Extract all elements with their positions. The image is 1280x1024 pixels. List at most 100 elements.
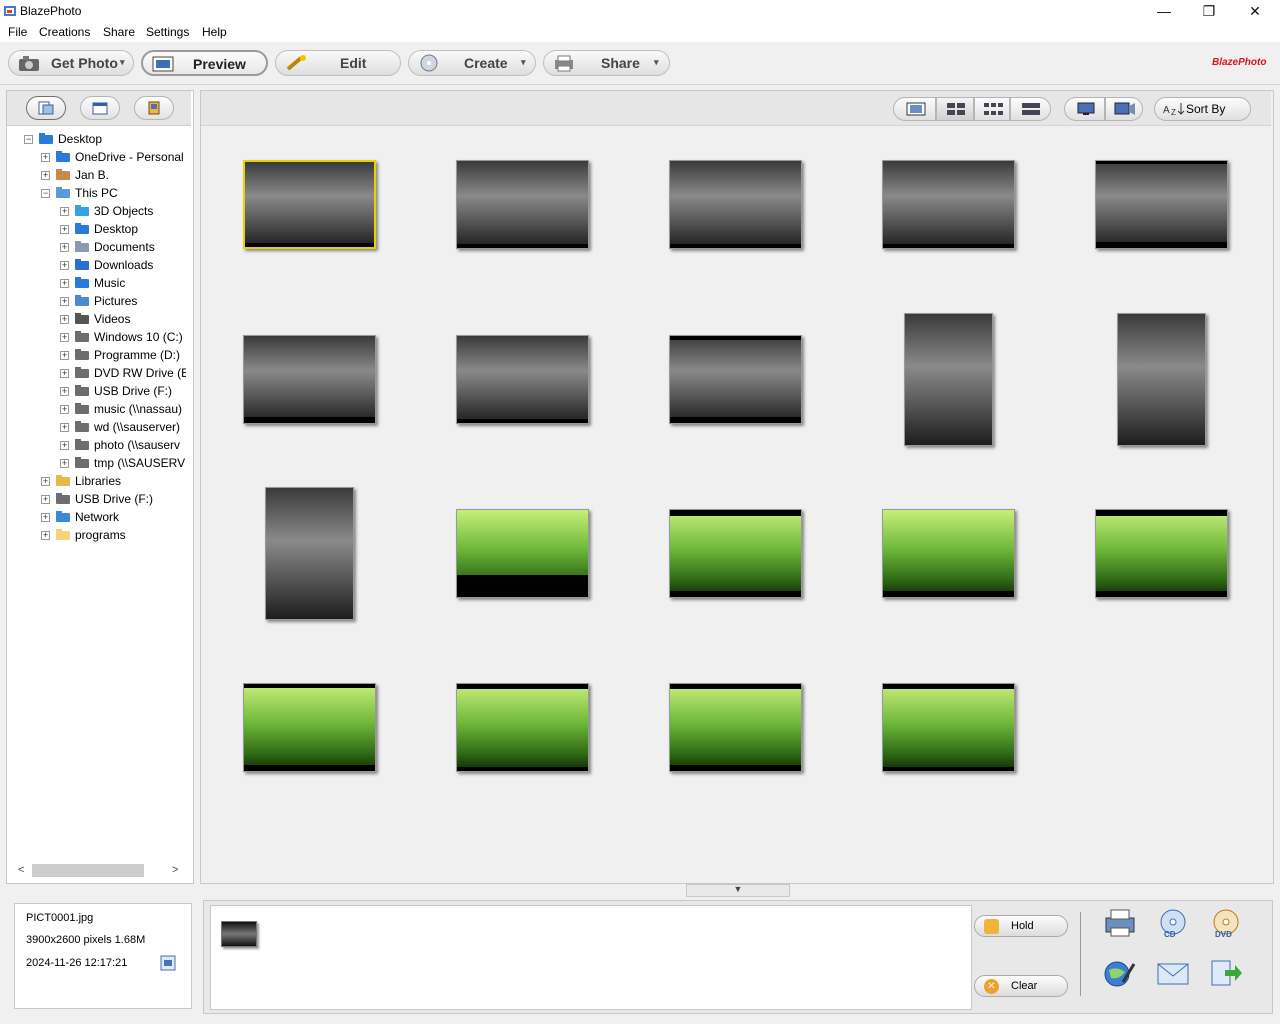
tab-calendar[interactable]	[80, 96, 120, 120]
tree-expander-icon[interactable]: +	[41, 171, 50, 180]
tree-item[interactable]: USB Drive (F:)	[94, 382, 186, 400]
tree-item[interactable]: Jan B.	[75, 166, 186, 184]
photo-thumbnail[interactable]	[243, 335, 376, 424]
view-small-grid-button[interactable]	[974, 97, 1010, 121]
scroll-right-icon[interactable]: >	[172, 864, 178, 876]
tree-item[interactable]: Windows 10 (C:)	[94, 328, 186, 346]
edit-button[interactable]: Edit	[275, 50, 401, 76]
tree-item[interactable]: USB Drive (F:)	[75, 490, 186, 508]
tree-item[interactable]: programs	[75, 526, 186, 544]
slideshow-button[interactable]	[1105, 97, 1143, 121]
view-single-button[interactable]	[893, 97, 936, 121]
tree-item[interactable]: OneDrive - Personal	[75, 148, 186, 166]
tree-item[interactable]: Downloads	[94, 256, 186, 274]
menu-help[interactable]: Help	[202, 25, 227, 39]
tree-item[interactable]: DVD RW Drive (E:	[94, 364, 186, 382]
tree-expander-icon[interactable]: +	[60, 441, 69, 450]
view-details-button[interactable]	[1010, 97, 1051, 121]
photo-thumbnail[interactable]	[456, 509, 589, 598]
tree-expander-icon[interactable]: +	[41, 531, 50, 540]
tree-item[interactable]: Programme (D:)	[94, 346, 186, 364]
tree-expander-icon[interactable]: −	[24, 135, 33, 144]
tree-expander-icon[interactable]: +	[41, 153, 50, 162]
photo-thumbnail[interactable]	[456, 335, 589, 424]
tree-expander-icon[interactable]: −	[41, 189, 50, 198]
photo-thumbnail[interactable]	[882, 509, 1015, 598]
menu-file[interactable]: File	[8, 25, 27, 39]
burn-cd-icon[interactable]: CD	[1156, 908, 1190, 939]
photo-thumbnail[interactable]	[1117, 313, 1206, 446]
export-icon[interactable]	[1209, 958, 1243, 988]
photo-thumbnail[interactable]	[669, 509, 802, 598]
photo-thumbnail[interactable]	[456, 683, 589, 772]
share-button[interactable]: Share ▾	[543, 50, 670, 76]
tree-expander-icon[interactable]: +	[60, 351, 69, 360]
web-album-icon[interactable]	[1103, 958, 1137, 988]
maximize-button[interactable]: ❐	[1186, 0, 1232, 22]
get-photo-button[interactable]: Get Photo ▾	[8, 50, 134, 76]
tree-item[interactable]: Videos	[94, 310, 186, 328]
view-large-grid-button[interactable]	[936, 97, 974, 121]
tree-expander-icon[interactable]: +	[60, 207, 69, 216]
preview-mode-button[interactable]	[1064, 97, 1105, 121]
scrollbar-thumb[interactable]	[32, 864, 144, 877]
photo-thumbnail[interactable]	[1095, 160, 1228, 249]
tree-item[interactable]: Network	[75, 508, 186, 526]
tree-expander-icon[interactable]: +	[60, 405, 69, 414]
tree-item[interactable]: Music	[94, 274, 186, 292]
minimize-button[interactable]: —	[1141, 0, 1187, 22]
tree-expander-icon[interactable]: +	[60, 297, 69, 306]
tree-item[interactable]: Desktop	[94, 220, 186, 238]
tree-expander-icon[interactable]: +	[41, 495, 50, 504]
tree-item[interactable]: Pictures	[94, 292, 186, 310]
tree-item[interactable]: photo (\\sauserv	[94, 436, 186, 454]
photo-thumbnail[interactable]	[904, 313, 993, 446]
tree-item[interactable]: wd (\\sauserver)	[94, 418, 186, 436]
menu-creations[interactable]: Creations	[39, 25, 90, 39]
tree-expander-icon[interactable]: +	[41, 477, 50, 486]
tree-expander-icon[interactable]: +	[60, 387, 69, 396]
photo-thumbnail[interactable]	[882, 160, 1015, 249]
tree-expander-icon[interactable]: +	[41, 513, 50, 522]
email-icon[interactable]	[1156, 958, 1190, 988]
tree-item[interactable]: 3D Objects	[94, 202, 186, 220]
tree-item[interactable]: tmp (\\SAUSERVI	[94, 454, 186, 472]
close-button[interactable]: ✕	[1232, 0, 1278, 22]
photo-thumbnail[interactable]	[265, 487, 354, 620]
tree-item[interactable]: This PC	[75, 184, 186, 202]
photo-thumbnail[interactable]	[456, 160, 589, 249]
tree-item[interactable]: Desktop	[58, 130, 186, 148]
photo-thumbnail[interactable]	[669, 160, 802, 249]
tab-folders[interactable]	[26, 96, 66, 120]
print-icon[interactable]	[1103, 908, 1137, 938]
scroll-left-icon[interactable]: <	[18, 864, 24, 876]
tree-expander-icon[interactable]: +	[60, 459, 69, 468]
photo-thumbnail[interactable]	[1095, 509, 1228, 598]
preview-button[interactable]: Preview	[141, 50, 268, 76]
tree-item[interactable]: Documents	[94, 238, 186, 256]
tree-expander-icon[interactable]: +	[60, 369, 69, 378]
tree-expander-icon[interactable]: +	[60, 243, 69, 252]
tree-expander-icon[interactable]: +	[60, 315, 69, 324]
tree-expander-icon[interactable]: +	[60, 333, 69, 342]
menu-share[interactable]: Share	[103, 25, 135, 39]
clear-button[interactable]: ✕ Clear	[974, 975, 1068, 997]
tab-albums[interactable]	[134, 96, 174, 120]
tree-item[interactable]: music (\\nassau)	[94, 400, 186, 418]
tree-expander-icon[interactable]: +	[60, 279, 69, 288]
sort-by-button[interactable]: AZ Sort By	[1154, 97, 1251, 121]
photo-thumbnail[interactable]	[669, 683, 802, 772]
tree-item[interactable]: Libraries	[75, 472, 186, 490]
burn-dvd-icon[interactable]: DVD	[1209, 908, 1243, 939]
photo-thumbnail[interactable]	[243, 683, 376, 772]
photo-info-icon[interactable]	[160, 955, 176, 971]
photo-thumbnail[interactable]	[882, 683, 1015, 772]
menu-settings[interactable]: Settings	[146, 25, 189, 39]
photo-thumbnail[interactable]	[243, 160, 376, 249]
collapse-tray-handle[interactable]: ▼	[686, 884, 790, 897]
create-button[interactable]: Create ▾	[408, 50, 536, 76]
photo-thumbnail[interactable]	[669, 335, 802, 424]
tray-thumbnail[interactable]	[221, 921, 257, 947]
hold-button[interactable]: Hold	[974, 915, 1068, 937]
tree-expander-icon[interactable]: +	[60, 423, 69, 432]
